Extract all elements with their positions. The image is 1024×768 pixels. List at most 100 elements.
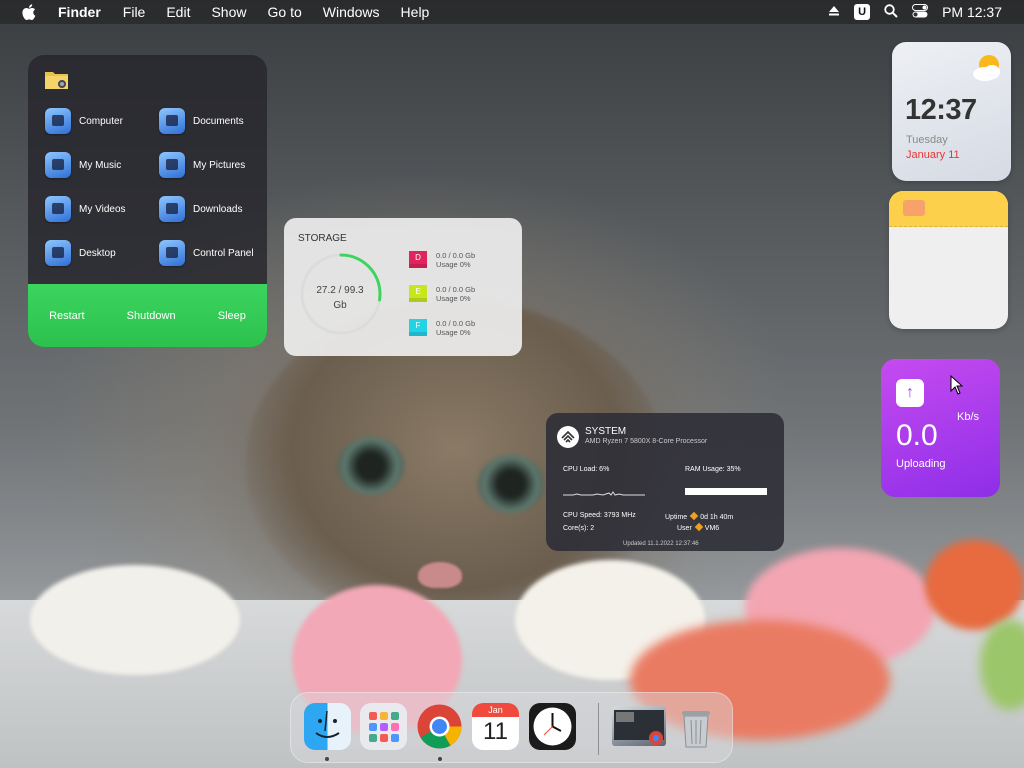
documents-icon <box>159 108 185 134</box>
uptime-label: Uptime <box>665 514 688 521</box>
network-widget[interactable]: ↑ Kb/s 0.0 Uploading <box>881 359 1000 497</box>
menu-app-name[interactable]: Finder <box>58 4 101 20</box>
finder-running-dot <box>325 757 329 761</box>
cpu-load-graph <box>563 491 645 496</box>
wallpaper-toy-red-right <box>925 540 1024 630</box>
quick-item-label: Documents <box>193 115 244 127</box>
user-badge-icon[interactable]: U <box>854 4 871 20</box>
cpu-speed: CPU Speed: 3793 MHz <box>563 512 636 519</box>
wallpaper-toy-white-left <box>30 565 240 675</box>
drive-icon: E <box>409 285 427 302</box>
music-icon <box>45 152 71 178</box>
power-bar: Restart Shutdown Sleep <box>28 284 267 347</box>
quick-item-my-music[interactable]: My Music <box>45 152 121 178</box>
shutdown-button[interactable]: Shutdown <box>127 310 176 322</box>
storage-used: 27.2 / 99.3 <box>316 285 364 296</box>
menu-edit[interactable]: Edit <box>166 4 190 20</box>
drive-usage: Usage 0% <box>436 294 471 303</box>
storage-ring-text: 27.2 / 99.3 Gb <box>308 283 372 313</box>
system-logo-icon <box>557 426 579 448</box>
storage-title: STORAGE <box>298 233 347 244</box>
menubar-clock[interactable]: PM 12:37 <box>942 4 1002 20</box>
notes-header <box>889 191 1008 227</box>
chrome-icon[interactable] <box>416 703 463 750</box>
quick-item-label: Downloads <box>193 203 243 215</box>
chrome-running-dot <box>438 757 442 761</box>
system-updated: Updated 11.1.2022 12:37:46 <box>623 541 699 547</box>
clock-icon[interactable] <box>529 703 576 750</box>
calendar-month: Jan <box>472 703 519 717</box>
drive-e[interactable]: E 0.0 / 0.0 Gb Usage 0% <box>409 285 475 303</box>
system-title: SYSTEM <box>585 426 627 437</box>
launchpad-icon[interactable] <box>360 703 407 750</box>
eject-icon[interactable] <box>828 4 840 20</box>
computer-icon <box>45 108 71 134</box>
menu-windows[interactable]: Windows <box>323 4 380 20</box>
storage-widget: STORAGE 27.2 / 99.3 Gb D 0.0 / 0.0 Gb Us… <box>284 218 522 356</box>
drive-f[interactable]: F 0.0 / 0.0 Gb Usage 0% <box>409 319 475 337</box>
quick-item-documents[interactable]: Documents <box>159 108 244 134</box>
quick-item-my-videos[interactable]: My Videos <box>45 196 126 222</box>
sleep-button[interactable]: Sleep <box>218 310 246 322</box>
trash-icon[interactable] <box>676 703 716 750</box>
finder-icon[interactable] <box>304 703 351 750</box>
quick-item-downloads[interactable]: Downloads <box>159 196 242 222</box>
drive-usage: Usage 0% <box>436 260 471 269</box>
search-icon[interactable] <box>884 3 898 21</box>
ram-usage: RAM Usage: 35% <box>685 466 741 473</box>
dock-separator <box>598 703 599 755</box>
uptime-value: 0d 1h 40m <box>700 514 734 521</box>
quick-item-label: My Videos <box>79 203 126 215</box>
drive-size: 0.0 / 0.0 Gb <box>436 251 476 260</box>
quick-access-panel: Computer Documents My Music My Pictures … <box>28 55 267 347</box>
folder-icon <box>44 69 70 96</box>
quick-item-label: My Music <box>79 159 122 171</box>
menu-show[interactable]: Show <box>211 4 246 20</box>
calendar-icon[interactable]: Jan 11 <box>472 703 519 750</box>
drive-d[interactable]: D 0.0 / 0.0 Gb Usage 0% <box>409 251 475 269</box>
control-panel-icon <box>159 240 185 266</box>
quick-item-label: Computer <box>79 115 123 127</box>
upload-arrow-icon: ↑ <box>896 379 924 407</box>
system-widget: SYSTEM AMD Ryzen 7 5800X 8-Core Processo… <box>546 413 784 551</box>
quick-item-computer[interactable]: Computer <box>45 108 123 134</box>
quick-item-label: Control Panel <box>193 247 254 259</box>
menu-file[interactable]: File <box>123 4 146 20</box>
widget-day: Tuesday <box>906 134 948 146</box>
drive-size: 0.0 / 0.0 Gb <box>436 285 476 294</box>
apple-icon[interactable] <box>22 4 38 20</box>
pictures-icon <box>159 152 185 178</box>
wallpaper-cat-nose <box>418 562 462 588</box>
mouse-cursor-icon <box>950 375 964 395</box>
drive-icon: F <box>409 319 427 336</box>
desktop-icon <box>45 240 71 266</box>
storage-unit: Gb <box>333 300 347 311</box>
clock-widget[interactable]: 12:37 Tuesday January 11 <box>892 42 1011 181</box>
user-value: VM6 <box>704 525 720 532</box>
minimized-window-thumbnail[interactable] <box>612 706 666 746</box>
uptime-row: Uptime 0d 1h 40m <box>665 511 734 521</box>
menu-bar: Finder File Edit Show Go to Windows Help… <box>0 0 1024 24</box>
user-row: User VM6 <box>677 522 720 532</box>
wallpaper-cat-eye-left <box>338 437 404 495</box>
cpu-load: CPU Load: 6% <box>563 466 610 473</box>
quick-item-my-pictures[interactable]: My Pictures <box>159 152 245 178</box>
downloads-icon <box>159 196 185 222</box>
dock: Jan 11 <box>290 692 733 763</box>
network-speed: 0.0 <box>896 419 938 452</box>
menu-go-to[interactable]: Go to <box>268 4 302 20</box>
quick-item-control-panel[interactable]: Control Panel <box>159 240 254 266</box>
videos-icon <box>45 196 71 222</box>
menu-help[interactable]: Help <box>401 4 430 20</box>
restart-button[interactable]: Restart <box>49 310 84 322</box>
quick-item-desktop[interactable]: Desktop <box>45 240 116 266</box>
network-unit: Kb/s <box>957 411 980 423</box>
notes-users-icon <box>903 200 925 216</box>
quick-item-label: Desktop <box>79 247 116 259</box>
drive-size: 0.0 / 0.0 Gb <box>436 319 476 328</box>
control-center-icon[interactable] <box>912 3 929 21</box>
diamond-icon <box>689 511 699 521</box>
user-label: User <box>677 525 692 532</box>
notes-widget[interactable] <box>889 191 1008 329</box>
ram-usage-bar <box>685 488 767 495</box>
